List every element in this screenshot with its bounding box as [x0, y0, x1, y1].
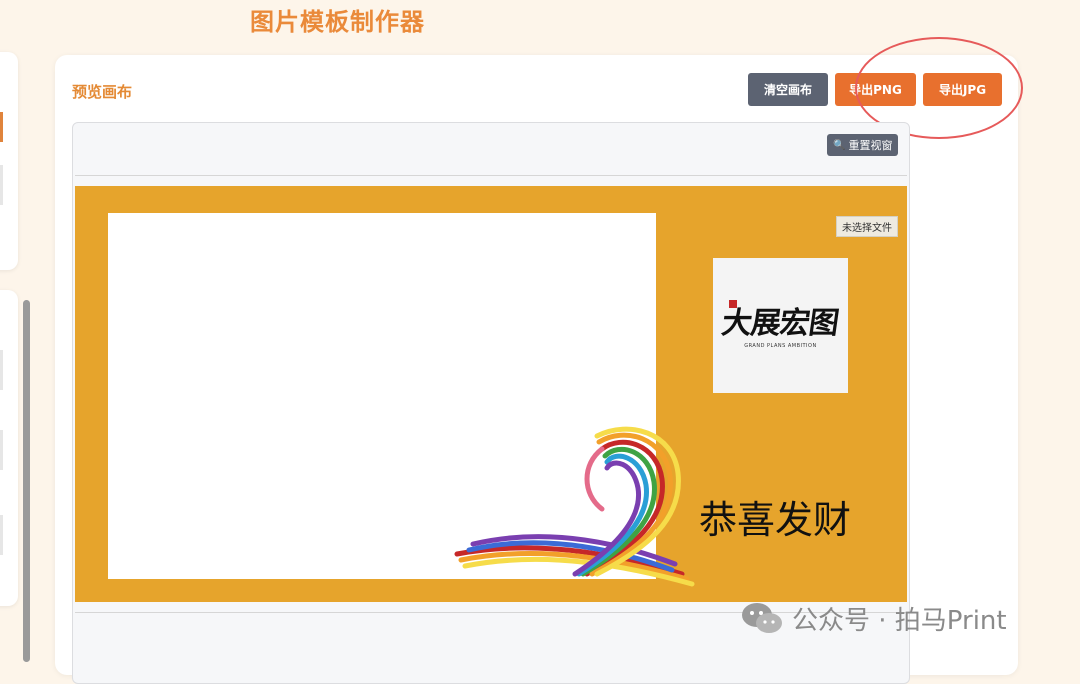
sidebar-divider [0, 430, 3, 470]
preview-panel: 预览画布 清空画布 导出PNG 导出JPG 🔍 重置视窗 未选择文件 大展宏图 … [55, 37, 1023, 684]
wechat-watermark: 公众号 · 拍马Print [740, 600, 1007, 637]
wechat-icon [742, 602, 782, 633]
sidebar-scrollbar-thumb[interactable] [23, 300, 30, 662]
sidebar-panel-top [0, 52, 18, 270]
page-title: 图片模板制作器 [250, 8, 425, 36]
reset-view-label: 重置视窗 [848, 139, 893, 152]
search-icon: 🔍 [833, 139, 846, 151]
watermark-text: 公众号 · 拍马Print [792, 606, 1007, 636]
sidebar-divider [0, 515, 3, 555]
canvas-frame: 未选择文件 大展宏图 GRAND PLANS AMBITION 恭喜发财 [75, 175, 907, 613]
reset-view-button[interactable]: 🔍 重置视窗 [827, 134, 899, 156]
sidebar-divider [0, 165, 3, 205]
logo-image[interactable]: 大展宏图 GRAND PLANS AMBITION [713, 258, 848, 393]
sidebar [0, 0, 40, 662]
artboard[interactable]: 未选择文件 大展宏图 GRAND PLANS AMBITION 恭喜发财 [75, 186, 907, 602]
sidebar-scrollbar[interactable] [23, 300, 30, 662]
greeting-text[interactable]: 恭喜发财 [699, 489, 851, 544]
preview-section-title: 预览画布 [72, 83, 133, 101]
export-jpg-button[interactable]: 导出JPG [923, 73, 1002, 106]
export-png-button[interactable]: 导出PNG [835, 73, 916, 106]
logo-subtitle: GRAND PLANS AMBITION [744, 343, 817, 349]
logo-calligraphy: 大展宏图 [719, 306, 841, 341]
sidebar-divider [0, 350, 3, 390]
file-input-status[interactable]: 未选择文件 [836, 216, 898, 237]
rainbow-swirl-decoration [454, 426, 695, 587]
clear-canvas-button[interactable]: 清空画布 [748, 73, 828, 106]
sidebar-active-indicator [0, 112, 3, 142]
